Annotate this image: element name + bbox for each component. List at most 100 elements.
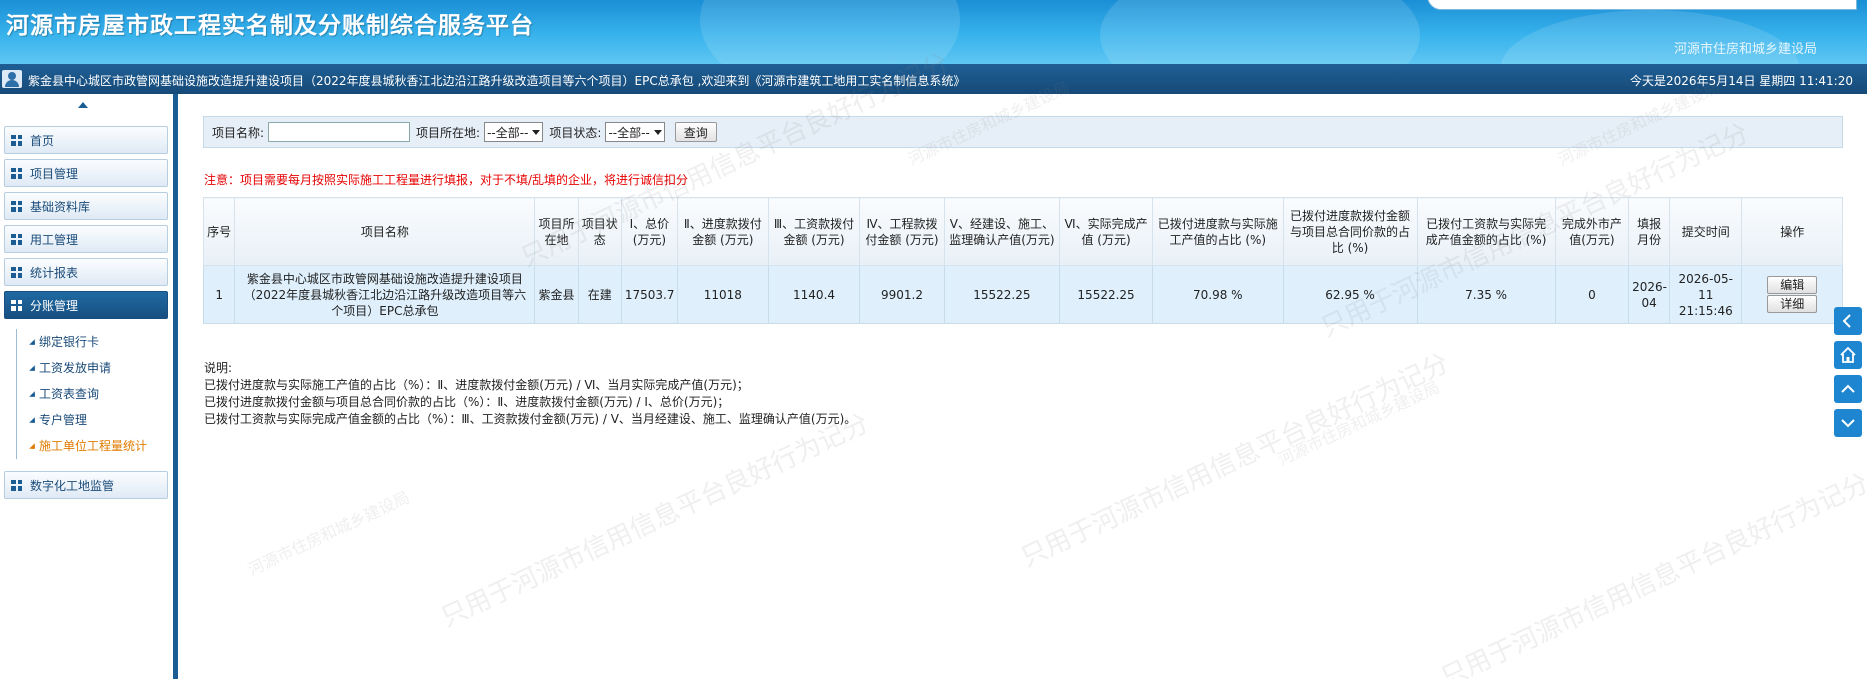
grid-icon: [11, 233, 22, 245]
col-header: 已拨付工资款与实际完成产值金额的占比 (%): [1416, 197, 1556, 266]
cell-submit-time: 2026-05-11 21:15:46: [1669, 265, 1743, 324]
submenu-bind-bank-card[interactable]: 绑定银行卡: [27, 329, 168, 355]
floating-nav: [1834, 307, 1862, 443]
col-header: 填报月份: [1628, 197, 1671, 266]
notice-text: 注意：项目需要每月按照实际施工工程量进行填报，对于不填/乱填的企业，将进行诚信扣…: [204, 173, 689, 187]
project-name-label: 项目名称:: [212, 125, 265, 140]
cell-location: 紫金县: [534, 265, 579, 324]
cell-other-city-output: 0: [1554, 265, 1630, 324]
grid-icon: [11, 134, 22, 146]
sidebar-item-label: 首页: [30, 133, 55, 148]
query-button[interactable]: 查询: [674, 122, 717, 142]
sidebar-item-labor-management[interactable]: 用工管理: [4, 225, 168, 253]
col-header: Ⅳ、工程款拨付金额 (万元): [859, 197, 945, 266]
cell-project-name: 紫金县中心城区市政管网基础设施改造提升建设项目（2022年度县城秋香江北边沿江路…: [234, 265, 536, 324]
search-bar: 项目名称: 项目所在地: --全部-- 项目状态: --全部-- 查询: [203, 116, 1843, 148]
submenu-workload-statistics[interactable]: 施工单位工程量统计: [27, 433, 168, 459]
notes-line: 已拨付进度款拨付金额与项目总合同价款的占比（%）：Ⅱ、进度款拨付金额(万元) /…: [204, 395, 730, 409]
col-header: 完成外市产值(万元): [1554, 197, 1630, 266]
col-header: 已拨付进度款与实际施工产值的占比 (%): [1151, 197, 1284, 266]
edit-button[interactable]: 编辑: [1767, 276, 1818, 294]
grid-icon: [11, 299, 22, 311]
chevron-down-icon: [1841, 419, 1855, 428]
chevron-left-icon: [1842, 314, 1851, 328]
col-header: 项目名称: [234, 197, 536, 266]
app-title: 河源市房屋市政工程实名制及分账制综合服务平台: [6, 13, 534, 39]
notes-section: 说明: 已拨付进度款与实际施工产值的占比（%）：Ⅱ、进度款拨付金额(万元) / …: [204, 360, 856, 428]
app-header: 河源市房屋市政工程实名制及分账制综合服务平台 河源市住房和城乡建设局: [0, 0, 1867, 64]
collapse-up-icon[interactable]: [78, 102, 88, 108]
project-name-input[interactable]: [268, 122, 411, 142]
main-content: 项目名称: 项目所在地: --全部-- 项目状态: --全部-- 查询 注意：项…: [185, 94, 1843, 679]
cell-month: 2026-04: [1628, 265, 1671, 324]
sidebar: 首页 项目管理 基础资料库 用工管理 统计报表 分账管理 绑定银行卡 工资发放申…: [0, 94, 178, 679]
home-icon: [1840, 346, 1856, 363]
col-header: Ⅴ、经建设、施工、监理确认产值(万元): [943, 197, 1061, 266]
welcome-text: 紫金县中心城区市政管网基础设施改造提升建设项目（2022年度县城秋香江北边沿江路…: [28, 74, 966, 88]
cell-total: 17503.7: [620, 265, 678, 324]
cell-no: 1: [202, 265, 236, 324]
sidebar-item-digital-site[interactable]: 数字化工地监管: [4, 471, 168, 499]
cell-ratio-progress-contract: 62.95 %: [1282, 265, 1418, 324]
cell-actions: 编辑 详细: [1741, 265, 1843, 324]
submenu-special-account[interactable]: 专户管理: [27, 407, 168, 433]
sidebar-item-label: 分账管理: [30, 298, 79, 313]
chevron-up-icon: [1841, 384, 1855, 393]
current-datetime: 今天是2026年5月14日 星期四 11:41:20: [1630, 74, 1853, 88]
sidebar-item-label: 数字化工地监管: [30, 478, 115, 493]
col-header: 已拨付进度款拨付金额与项目总合同价款的占比 (%): [1282, 197, 1418, 266]
submenu-wage-payment-request[interactable]: 工资发放申请: [27, 355, 168, 381]
account-split-submenu: 绑定银行卡 工资发放申请 工资表查询 专户管理 施工单位工程量统计: [16, 329, 168, 459]
sidebar-item-label: 用工管理: [30, 232, 79, 247]
cell-engineering-paid: 9901.2: [859, 265, 945, 324]
grid-icon: [11, 200, 22, 212]
sidebar-item-label: 基础资料库: [30, 199, 91, 214]
detail-button[interactable]: 详细: [1767, 295, 1818, 313]
grid-icon: [11, 479, 22, 491]
workload-table: 序号 项目名称 项目所在地 项目状态 Ⅰ、总价(万元) Ⅱ、进度款拨付金额 (万…: [202, 197, 1843, 324]
back-button[interactable]: [1834, 307, 1862, 335]
sidebar-item-project-management[interactable]: 项目管理: [4, 159, 168, 187]
cell-actual-output: 15522.25: [1059, 265, 1153, 324]
sidebar-item-home[interactable]: 首页: [4, 126, 168, 154]
col-header: Ⅰ、总价(万元): [620, 197, 678, 266]
sidebar-item-label: 统计报表: [30, 265, 79, 280]
col-header: 项目状态: [577, 197, 622, 266]
col-header: 操作: [1741, 197, 1843, 266]
status-label: 项目状态:: [549, 125, 602, 140]
notes-line: 已拨付工资款与实际完成产值金额的占比（%）：Ⅲ、工资款拨付金额(万元) / Ⅴ、…: [204, 412, 857, 426]
sidebar-item-reports[interactable]: 统计报表: [4, 258, 168, 286]
header-decoration: [1100, 0, 1420, 64]
grid-icon: [11, 167, 22, 179]
submenu-payroll-query[interactable]: 工资表查询: [27, 381, 168, 407]
cell-wage-paid: 1140.4: [767, 265, 861, 324]
cell-progress-paid: 11018: [676, 265, 769, 324]
home-button[interactable]: [1834, 341, 1862, 369]
user-icon: [2, 70, 22, 88]
cell-ratio-progress-output: 70.98 %: [1151, 265, 1284, 324]
notes-line: 已拨付进度款与实际施工产值的占比（%）：Ⅱ、进度款拨付金额(万元) / Ⅵ、当月…: [204, 378, 749, 392]
info-bar: 紫金县中心城区市政管网基础设施改造提升建设项目（2022年度县城秋香江北边沿江路…: [0, 64, 1867, 94]
location-label: 项目所在地:: [416, 125, 481, 140]
col-header: Ⅵ、实际完成产值 (万元): [1059, 197, 1153, 266]
sidebar-item-label: 项目管理: [30, 166, 79, 181]
grid-icon: [11, 266, 22, 278]
sidebar-item-account-split[interactable]: 分账管理: [4, 291, 168, 319]
side-menu: 首页 项目管理 基础资料库 用工管理 统计报表 分账管理 绑定银行卡 工资发放申…: [4, 126, 168, 504]
col-header: 提交时间: [1669, 197, 1743, 266]
status-select[interactable]: --全部--: [605, 122, 665, 142]
sidebar-item-basic-data[interactable]: 基础资料库: [4, 192, 168, 220]
cell-ratio-wage-output: 7.35 %: [1416, 265, 1556, 324]
top-links-bar[interactable]: [1427, 0, 1857, 10]
col-header: Ⅱ、进度款拨付金额 (万元): [676, 197, 769, 266]
table-header-row: 序号 项目名称 项目所在地 项目状态 Ⅰ、总价(万元) Ⅱ、进度款拨付金额 (万…: [202, 197, 1843, 266]
col-header: Ⅲ、工资款拨付金额 (万元): [767, 197, 861, 266]
scroll-bottom-button[interactable]: [1834, 409, 1862, 437]
location-select[interactable]: --全部--: [484, 122, 544, 142]
scroll-top-button[interactable]: [1834, 375, 1862, 403]
table-row: 1 紫金县中心城区市政管网基础设施改造提升建设项目（2022年度县城秋香江北边沿…: [202, 265, 1843, 324]
cell-confirmed-output: 15522.25: [943, 265, 1061, 324]
header-org-name: 河源市住房和城乡建设局: [1673, 42, 1817, 57]
notes-title: 说明:: [204, 361, 233, 375]
col-header: 序号: [202, 197, 236, 266]
